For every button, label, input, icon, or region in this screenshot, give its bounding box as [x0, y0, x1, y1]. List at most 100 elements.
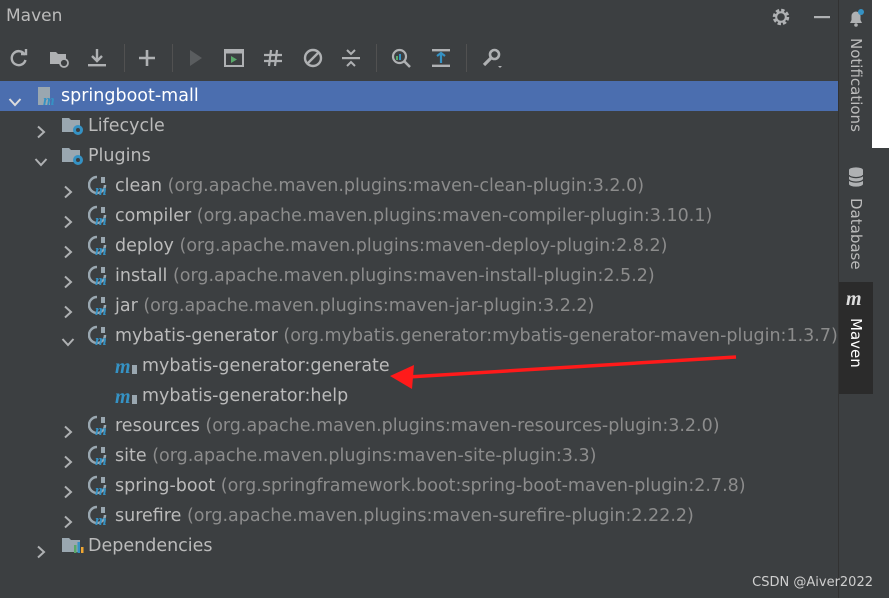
chevron-right-icon[interactable]: [61, 419, 75, 439]
goal-row-help[interactable]: m mybatis-generator:help: [0, 381, 838, 411]
maven-plugin-icon: m: [87, 415, 112, 439]
tool-window-title: Maven: [6, 6, 63, 26]
tree-row-dependencies[interactable]: Dependencies: [0, 531, 838, 561]
plugin-row[interactable]: m site (org.apache.maven.plugins:maven-s…: [0, 441, 838, 471]
maven-icon: m: [846, 288, 866, 312]
tab-label: Notifications: [847, 38, 865, 132]
goal-label: mybatis-generator:help: [142, 386, 349, 406]
settings-wrench-icon[interactable]: [478, 45, 504, 71]
maven-toolbar: [0, 36, 838, 80]
svg-text:m: m: [95, 273, 107, 287]
plugin-row[interactable]: m compiler (org.apache.maven.plugins:mav…: [0, 201, 838, 231]
tab-maven[interactable]: m Maven: [839, 282, 873, 394]
editor-edge: [872, 0, 889, 148]
add-project-icon[interactable]: [134, 45, 160, 71]
svg-text:m: m: [95, 453, 107, 467]
plugin-coordinates: (org.apache.maven.plugins:maven-install-…: [172, 266, 655, 286]
svg-text:m: m: [115, 356, 131, 377]
plugin-name: resources: [115, 416, 200, 436]
plugin-row[interactable]: m clean (org.apache.maven.plugins:maven-…: [0, 171, 838, 201]
plugin-row[interactable]: m install (org.apache.maven.plugins:mave…: [0, 261, 838, 291]
plugin-row[interactable]: m spring-boot (org.springframework.boot:…: [0, 471, 838, 501]
plugin-coordinates: (org.apache.maven.plugins:maven-surefire…: [186, 506, 694, 526]
chevron-right-icon[interactable]: [61, 449, 75, 469]
maven-tool-window: Maven m springboot-mall Lifecycle Plugin…: [0, 0, 838, 598]
plugins-folder-icon: [61, 145, 85, 167]
plugin-coordinates: (org.mybatis.generator:mybatis-generator…: [283, 326, 838, 346]
maven-plugin-icon: m: [87, 325, 112, 349]
toolbar-separator: [124, 44, 125, 72]
plugin-coordinates: (org.springframework.boot:spring-boot-ma…: [220, 476, 746, 496]
tree-row-plugins[interactable]: Plugins: [0, 141, 838, 171]
chevron-right-icon[interactable]: [34, 119, 48, 139]
database-icon: [846, 166, 866, 192]
plugin-name: install: [115, 266, 168, 286]
collapse-all-icon[interactable]: [338, 45, 364, 71]
bell-icon: [846, 8, 866, 32]
chevron-right-icon[interactable]: [61, 209, 75, 229]
plugin-coordinates: (org.apache.maven.plugins:maven-deploy-p…: [179, 236, 668, 256]
toggle-offline-icon[interactable]: [260, 45, 286, 71]
toolbar-separator: [376, 44, 377, 72]
maven-plugin-icon: m: [87, 235, 112, 259]
chevron-right-icon[interactable]: [61, 479, 75, 499]
svg-text:m: m: [95, 423, 107, 437]
goal-row-generate[interactable]: m mybatis-generator:generate: [0, 351, 838, 381]
minimize-icon[interactable]: [812, 6, 832, 28]
tree-row-project[interactable]: m springboot-mall: [0, 81, 838, 111]
lifecycle-label: Lifecycle: [88, 116, 165, 136]
chevron-down-icon[interactable]: [34, 149, 48, 167]
svg-text:m: m: [95, 513, 107, 527]
plugin-coordinates: (org.apache.maven.plugins:maven-site-plu…: [152, 446, 597, 466]
tab-notifications[interactable]: Notifications: [839, 8, 873, 132]
toolbar-separator: [172, 44, 173, 72]
project-name: springboot-mall: [61, 86, 199, 106]
chevron-down-icon[interactable]: [8, 89, 22, 107]
run-icon[interactable]: [182, 45, 208, 71]
show-diagram-icon[interactable]: [428, 45, 454, 71]
reload-icon[interactable]: [6, 45, 32, 71]
tab-label: Maven: [847, 318, 865, 368]
svg-text:m: m: [115, 386, 131, 407]
plugin-row[interactable]: m resources (org.apache.maven.plugins:ma…: [0, 411, 838, 441]
plugin-row[interactable]: m deploy (org.apache.maven.plugins:maven…: [0, 231, 838, 261]
import-folder-icon[interactable]: [46, 45, 72, 71]
tree-row-lifecycle[interactable]: Lifecycle: [0, 111, 838, 141]
chevron-right-icon[interactable]: [61, 299, 75, 319]
goal-label: mybatis-generator:generate: [142, 356, 390, 376]
svg-text:m: m: [95, 243, 107, 257]
chevron-right-icon[interactable]: [34, 539, 48, 559]
maven-plugin-icon: m: [87, 205, 112, 229]
plugin-name: deploy: [115, 236, 174, 256]
plugin-name: surefire: [115, 506, 182, 526]
chevron-right-icon[interactable]: [61, 269, 75, 289]
plugin-row-mybatis-generator[interactable]: m mybatis-generator (org.mybatis.generat…: [0, 321, 838, 351]
skip-tests-icon[interactable]: [300, 45, 326, 71]
tab-label: Database: [847, 198, 865, 270]
plugin-row[interactable]: m jar (org.apache.maven.plugins:maven-ja…: [0, 291, 838, 321]
svg-text:m: m: [95, 333, 107, 347]
download-sources-icon[interactable]: [84, 45, 110, 71]
chevron-right-icon[interactable]: [61, 239, 75, 259]
analyze-dependencies-icon[interactable]: [388, 45, 414, 71]
plugin-name: compiler: [115, 206, 192, 226]
svg-text:m: m: [43, 93, 55, 107]
plugin-name: mybatis-generator: [115, 326, 278, 346]
chevron-down-icon[interactable]: [61, 329, 75, 347]
execute-goal-icon[interactable]: [221, 45, 247, 71]
svg-text:m: m: [95, 183, 107, 197]
chevron-right-icon[interactable]: [61, 509, 75, 529]
maven-plugin-icon: m: [87, 175, 112, 199]
chevron-right-icon[interactable]: [61, 179, 75, 199]
dependencies-folder-icon: [61, 535, 85, 557]
gear-icon[interactable]: [770, 6, 792, 28]
tab-database[interactable]: Database: [839, 166, 873, 270]
tool-window-header: Maven: [0, 0, 838, 34]
maven-project-tree: m springboot-mall Lifecycle Plugins m cl…: [0, 80, 838, 598]
maven-plugin-icon: m: [87, 265, 112, 289]
maven-plugin-icon: m: [87, 505, 112, 529]
plugin-row[interactable]: m surefire (org.apache.maven.plugins:mav…: [0, 501, 838, 531]
plugin-name: jar: [115, 296, 138, 316]
svg-text:m: m: [95, 483, 107, 497]
plugin-coordinates: (org.apache.maven.plugins:maven-jar-plug…: [143, 296, 595, 316]
